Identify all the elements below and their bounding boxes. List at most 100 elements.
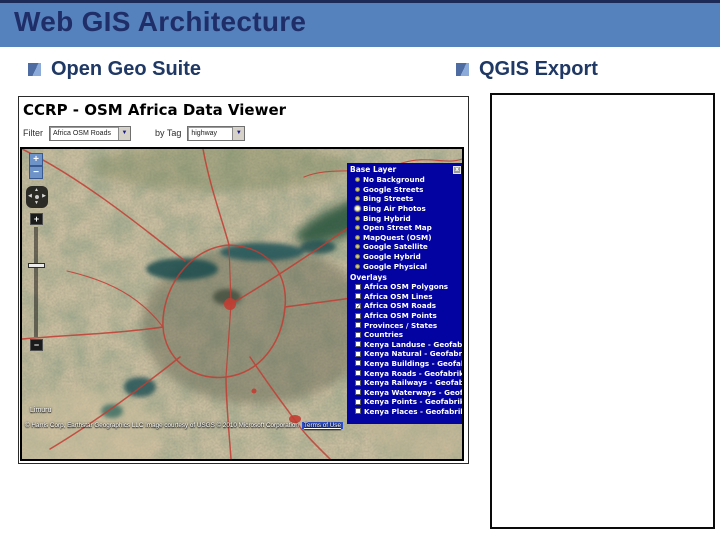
map-attribution: © Harris Corp, Earthstar Geographics LLC…	[25, 422, 459, 429]
slide-top-strip	[0, 0, 720, 3]
radio-icon[interactable]	[355, 234, 360, 240]
map-viewport[interactable]: + − ▲ ▼ ◀ ▶ + − Base Layer x No Backgrou…	[20, 147, 464, 461]
overlay-label: Kenya Railways - Geofabrik	[364, 378, 464, 388]
radio-icon[interactable]	[355, 206, 360, 212]
bullet-open-geo-suite: Open Geo Suite	[28, 58, 201, 81]
open-geo-suite-screenshot: CCRP - OSM Africa Data Viewer Filter Afr…	[18, 96, 469, 464]
pan-center-icon[interactable]	[35, 195, 39, 199]
overlay-label: Kenya Natural - Geofabrik	[364, 349, 464, 359]
base-layer-item[interactable]: Google Physical	[347, 261, 462, 271]
checkbox-icon[interactable]	[355, 379, 361, 386]
base-layer-item[interactable]: Bing Hybrid	[347, 213, 462, 223]
radio-icon[interactable]	[355, 177, 360, 183]
overlay-item[interactable]: Africa OSM Points	[347, 311, 462, 321]
overlay-item[interactable]: Kenya Natural - Geofabrik	[347, 349, 464, 359]
base-layer-item[interactable]: Google Hybrid	[347, 252, 462, 262]
overlay-label: Provinces / States	[364, 320, 438, 330]
overlay-item[interactable]: Provinces / States	[347, 320, 462, 330]
bullet-qgis-export: QGIS Export	[456, 58, 598, 81]
base-layer-label: Bing Hybrid	[363, 213, 411, 223]
base-layer-item[interactable]: MapQuest (OSM)	[347, 232, 462, 243]
zoom-control: + −	[29, 153, 43, 179]
checkbox-icon[interactable]	[355, 331, 361, 338]
radio-icon[interactable]	[355, 244, 360, 250]
zoom-slider-track[interactable]	[34, 227, 38, 337]
filter-dropdown-value: Africa OSM Roads	[53, 129, 111, 137]
checkbox-icon[interactable]: ✓	[355, 302, 361, 309]
base-layer-label: Google Physical	[363, 261, 428, 271]
filter-toolbar: Filter Africa OSM Roads ▼ by Tag highway…	[23, 125, 246, 141]
overlay-label: Kenya Places - Geofabrik	[364, 406, 464, 416]
base-layer-item[interactable]: Bing Streets	[347, 194, 462, 204]
overlay-label: Kenya Roads - Geofabrik	[364, 368, 464, 378]
square-bullet-icon	[28, 63, 41, 76]
chevron-down-icon[interactable]: ▼	[232, 126, 245, 140]
overlay-list: Africa OSM Polygons Africa OSM Lines ✓ Afri…	[347, 282, 464, 417]
terms-of-use-link[interactable]: Terms of Use	[301, 422, 343, 429]
overlays-title: Overlays	[350, 272, 387, 282]
radio-icon[interactable]	[355, 225, 360, 231]
attribution-text: © Harris Corp, Earthstar Geographics LLC…	[25, 422, 299, 429]
checkbox-icon[interactable]	[355, 350, 361, 357]
overlay-item[interactable]: Kenya Places - Geofabrik	[347, 406, 464, 417]
overlay-item[interactable]: Africa OSM Lines	[347, 292, 462, 302]
checkbox-icon[interactable]	[355, 408, 361, 415]
overlay-label: Africa OSM Points	[364, 311, 437, 321]
checkbox-icon[interactable]	[355, 283, 361, 290]
zoom-slider-handle[interactable]	[28, 263, 45, 268]
layer-switcher-panel: Base Layer x No Background Google Streets…	[347, 163, 464, 424]
overlay-item[interactable]: Kenya Waterways - Geofabrik	[347, 387, 462, 397]
pan-north-icon[interactable]: ▲	[34, 188, 39, 193]
checkbox-icon[interactable]	[355, 312, 361, 319]
filter-dropdown[interactable]: Africa OSM Roads ▼	[49, 125, 131, 141]
base-layer-label: Google Hybrid	[363, 252, 421, 262]
base-layer-label: No Background	[363, 175, 425, 185]
checkbox-icon[interactable]	[355, 293, 361, 300]
checkbox-icon[interactable]	[355, 389, 361, 396]
radio-icon[interactable]	[355, 263, 360, 269]
radio-icon[interactable]	[355, 215, 360, 221]
pan-west-icon[interactable]: ◀	[28, 194, 32, 199]
base-layer-item[interactable]: Google Streets	[347, 185, 462, 195]
overlay-item[interactable]: Kenya Points - Geofabrik	[347, 397, 464, 407]
overlay-item[interactable]: Africa OSM Polygons	[347, 282, 462, 292]
zoom-in-button[interactable]: +	[29, 153, 43, 166]
base-layer-item[interactable]: Open Street Map	[347, 223, 462, 233]
checkbox-icon[interactable]	[355, 398, 361, 405]
viewer-title: CCRP - OSM Africa Data Viewer	[23, 101, 287, 119]
tag-dropdown[interactable]: highway ▼	[187, 125, 246, 141]
base-layer-list: No Background Google Streets Bing Streets B…	[347, 175, 462, 271]
checkbox-icon[interactable]	[355, 370, 361, 377]
qgis-export-box	[490, 93, 715, 529]
slider-zoom-out-button[interactable]: −	[30, 339, 43, 351]
overlay-label: Africa OSM Polygons	[364, 282, 449, 292]
overlay-item[interactable]: Countries	[347, 330, 462, 340]
radio-icon[interactable]	[355, 254, 360, 260]
checkbox-icon[interactable]	[355, 360, 361, 367]
pan-south-icon[interactable]: ▼	[34, 201, 39, 206]
overlay-label: Kenya Buildings - Geofabrik	[364, 358, 462, 368]
bullet-label: Open Geo Suite	[51, 58, 202, 80]
overlay-label: Kenya Points - Geofabrik	[364, 397, 464, 407]
overlay-item[interactable]: Kenya Buildings - Geofabrik	[347, 358, 462, 369]
radio-icon[interactable]	[355, 186, 360, 192]
base-layer-label: MapQuest (OSM)	[363, 232, 432, 242]
base-layer-item[interactable]: Bing Air Photos	[347, 204, 462, 214]
radio-icon[interactable]	[355, 196, 360, 202]
chevron-down-icon[interactable]: ▼	[118, 126, 130, 140]
filter-label: Filter	[23, 128, 43, 138]
checkbox-icon[interactable]	[355, 322, 361, 329]
overlay-item[interactable]: ✓ Africa OSM Roads	[347, 301, 462, 311]
slider-zoom-in-button[interactable]: +	[30, 213, 43, 225]
base-layer-item[interactable]: No Background	[347, 175, 462, 185]
close-icon[interactable]: x	[453, 165, 461, 174]
pan-control[interactable]: ▲ ▼ ◀ ▶	[26, 186, 48, 208]
square-bullet-icon	[456, 63, 469, 76]
overlay-item[interactable]: Kenya Railways - Geofabrik	[347, 378, 464, 388]
zoom-out-button[interactable]: −	[29, 166, 43, 179]
overlay-item[interactable]: Kenya Landuse - Geofabrik	[347, 340, 462, 350]
overlay-item[interactable]: Kenya Roads - Geofabrik	[347, 368, 464, 378]
checkbox-icon[interactable]	[355, 341, 361, 348]
pan-east-icon[interactable]: ▶	[42, 194, 46, 199]
base-layer-item[interactable]: Google Satellite	[347, 242, 462, 252]
